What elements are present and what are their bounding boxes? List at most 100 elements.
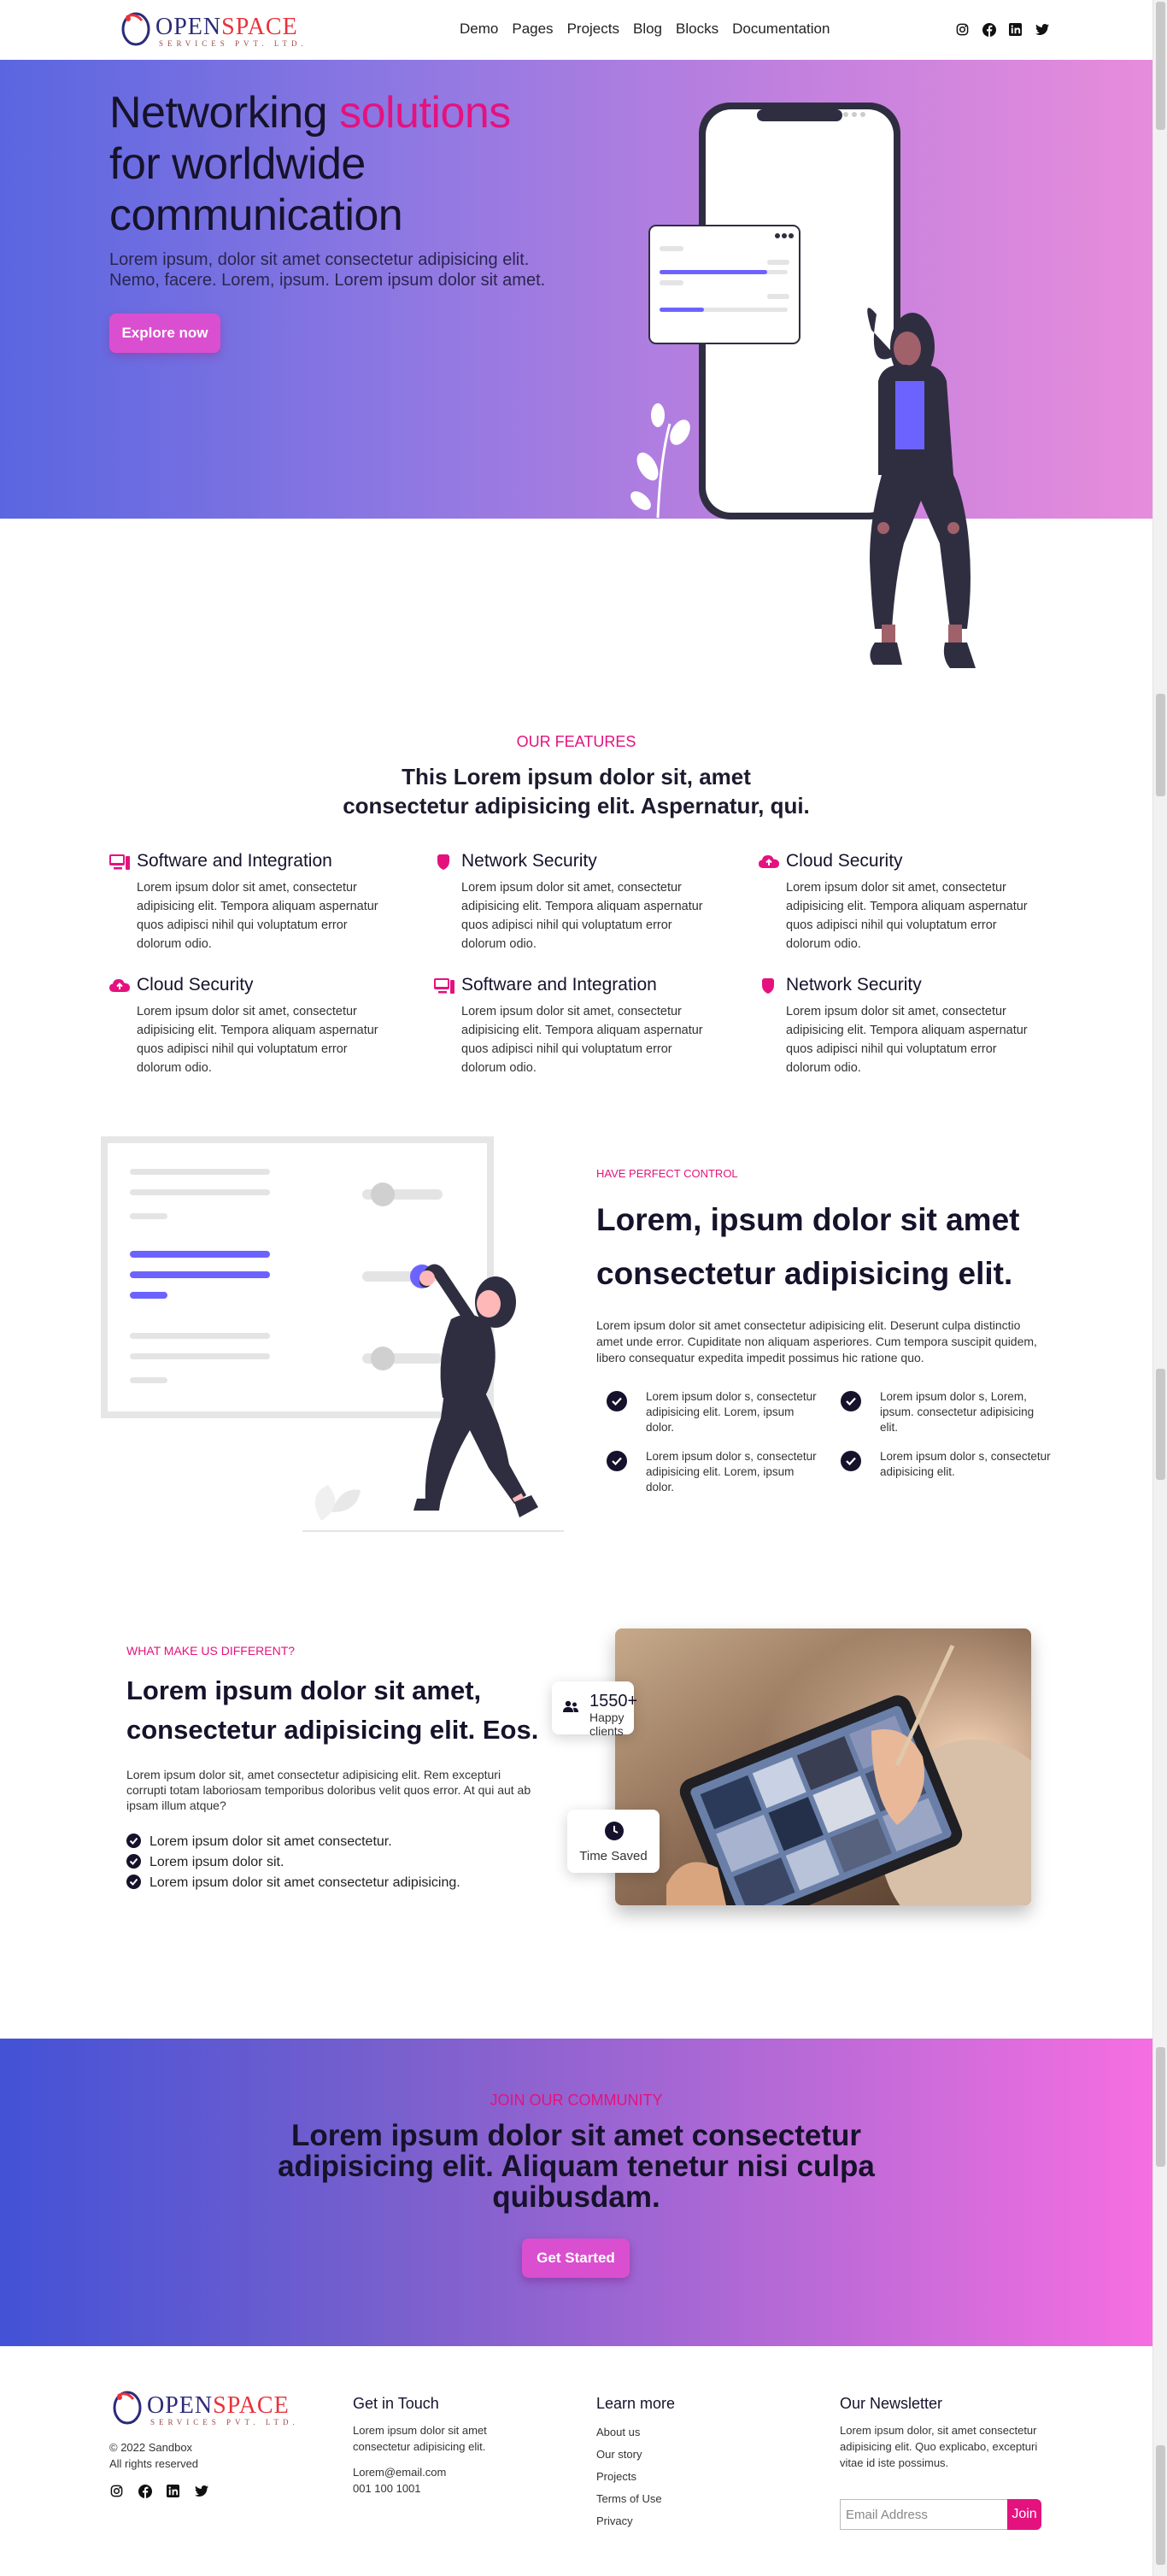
nav-link-blocks[interactable]: Blocks	[676, 21, 718, 38]
feature-text: Lorem ipsum dolor sit amet, consectetur …	[461, 1005, 703, 1075]
navbar: OPENSPACE SERVICES PVT. LTD. Demo Pages …	[0, 0, 1152, 60]
scrollbar-thumb[interactable]	[1156, 2445, 1165, 2565]
different-kicker: WHAT MAKE US DIFFERENT?	[126, 1644, 296, 1658]
instagram-icon[interactable]	[955, 22, 970, 37]
nav-link-pages[interactable]: Pages	[512, 21, 553, 38]
linkedin-icon[interactable]	[166, 2484, 180, 2498]
stat-label: Time Saved	[579, 1849, 648, 1863]
control-text: Lorem ipsum dolor sit amet consectetur a…	[596, 1318, 1037, 1364]
check-text: Lorem ipsum dolor s, consectetur adipisi…	[646, 1450, 817, 1493]
brand-name: OPENSPACE	[155, 14, 298, 40]
brand-name: OPENSPACE	[147, 2392, 290, 2419]
footer-link-projects[interactable]: Projects	[596, 2468, 636, 2485]
hero-phone-illustration	[630, 103, 976, 668]
check-text: Lorem ipsum dolor s, Lorem, ipsum. conse…	[880, 1390, 1035, 1434]
join-button[interactable]: Join	[1007, 2499, 1041, 2530]
feature-text: Lorem ipsum dolor sit amet, consectetur …	[786, 1005, 1028, 1075]
feature-title: Network Security	[461, 851, 597, 871]
scrollbar-thumb[interactable]	[1156, 2, 1165, 130]
feature-title: Software and Integration	[137, 851, 332, 871]
scrollbar[interactable]	[1152, 0, 1167, 2576]
logo-icon	[113, 2391, 142, 2425]
social-links-header	[955, 22, 1049, 37]
feature-title: Network Security	[786, 975, 922, 995]
bullet-text: Lorem ipsum dolor sit amet consectetur a…	[150, 1875, 460, 1890]
linkedin-icon[interactable]	[1008, 22, 1023, 37]
scrollbar-thumb[interactable]	[1156, 2047, 1165, 2167]
social-links-footer	[109, 2484, 208, 2498]
bullet-item: Lorem ipsum dolor sit amet consectetur a…	[126, 1875, 460, 1891]
nav-links: Demo Pages Projects Blog Blocks Document…	[460, 21, 843, 38]
check-icon	[607, 1391, 627, 1411]
check-text: Lorem ipsum dolor s, consectetur adipisi…	[880, 1450, 1051, 1478]
check-icon	[607, 1451, 627, 1471]
logo-icon	[121, 12, 150, 46]
newsletter-heading: Our Newsletter	[840, 2395, 943, 2412]
features-kicker: OUR FEATURES	[516, 733, 636, 750]
twitter-icon[interactable]	[1035, 22, 1049, 37]
get-started-button[interactable]: Get Started	[522, 2239, 630, 2278]
cloud-upload-icon	[109, 979, 130, 992]
bullet-text: Lorem ipsum dolor sit amet consectetur.	[150, 1834, 392, 1849]
feature-text: Lorem ipsum dolor sit amet, consectetur …	[461, 881, 703, 951]
instagram-icon[interactable]	[109, 2484, 124, 2498]
different-title: Lorem ipsum dolor sit amet, consectetur …	[126, 1675, 539, 1745]
check-icon	[126, 1834, 141, 1848]
bullet-item: Lorem ipsum dolor sit.	[126, 1854, 284, 1870]
nav-link-blog[interactable]: Blog	[633, 21, 662, 38]
community-title: Lorem ipsum dolor sit amet consectetur a…	[278, 2119, 875, 2214]
clock-icon	[605, 1822, 624, 1840]
community-kicker: JOIN OUR COMMUNITY	[490, 2092, 663, 2109]
bullet-item: Lorem ipsum dolor sit amet consectetur.	[126, 1834, 392, 1850]
check-icon	[126, 1875, 141, 1889]
scrollbar-thumb[interactable]	[1156, 694, 1165, 796]
bullet-text: Lorem ipsum dolor sit.	[150, 1855, 284, 1869]
learn-more-heading: Learn more	[596, 2395, 676, 2412]
footer-logo[interactable]: OPENSPACE SERVICES PVT. LTD.	[109, 2385, 314, 2428]
feature-title: Cloud Security	[137, 975, 254, 995]
footer-link-story[interactable]: Our story	[596, 2446, 642, 2462]
time-saved-card: Time Saved	[567, 1810, 660, 1873]
happy-clients-card: 1550+ Happy clients	[552, 1681, 638, 1738]
check-icon	[126, 1854, 141, 1869]
explore-now-button[interactable]: Explore now	[109, 314, 220, 353]
nav-link-demo[interactable]: Demo	[460, 21, 498, 38]
control-kicker: HAVE PERFECT CONTROL	[596, 1167, 738, 1180]
brand-subtitle: SERVICES PVT. LTD.	[159, 39, 308, 48]
hero-title: Networking solutions for worldwide commun…	[109, 88, 511, 240]
nav-link-documentation[interactable]: Documentation	[732, 21, 830, 38]
brand-logo[interactable]: OPENSPACE SERVICES PVT. LTD.	[118, 7, 323, 50]
stat-value: 1550+	[589, 1692, 638, 1710]
twitter-icon[interactable]	[194, 2484, 208, 2498]
control-panel-illustration	[101, 1136, 564, 1532]
contact-email[interactable]: Lorem@email.com	[353, 2464, 446, 2480]
feature-title: Software and Integration	[461, 975, 657, 995]
feature-text: Lorem ipsum dolor sit amet, consectetur …	[137, 1005, 378, 1075]
shield-icon	[762, 978, 774, 994]
check-icon	[841, 1451, 861, 1471]
shield-icon	[437, 854, 449, 870]
hero-text: Lorem ipsum, dolor sit amet consectetur …	[109, 250, 546, 290]
feature-title: Cloud Security	[786, 851, 903, 871]
nav-link-projects[interactable]: Projects	[567, 21, 619, 38]
email-input[interactable]: Email Address	[840, 2499, 1007, 2530]
footer-link-privacy[interactable]: Privacy	[596, 2513, 633, 2529]
tablet-photo	[615, 1628, 1031, 1905]
contact-phone: 001 100 1001	[353, 2482, 421, 2495]
footer-link-about[interactable]: About us	[596, 2424, 640, 2440]
facebook-icon[interactable]	[138, 2484, 152, 2498]
scrollbar-thumb[interactable]	[1156, 1369, 1165, 1480]
feature-text: Lorem ipsum dolor sit amet, consectetur …	[786, 881, 1028, 951]
computer-icon	[434, 978, 454, 994]
contact-text: Lorem ipsum dolor sit amet consectetur a…	[353, 2424, 487, 2453]
facebook-icon[interactable]	[982, 22, 996, 37]
contact-heading: Get in Touch	[353, 2395, 439, 2412]
rights-text: All rights reserved	[109, 2457, 199, 2470]
users-icon	[563, 1700, 578, 1712]
control-title: Lorem, ipsum dolor sit amet consectetur …	[596, 1202, 1020, 1291]
different-text: Lorem ipsum dolor sit, amet consectetur …	[126, 1768, 531, 1812]
footer-link-terms[interactable]: Terms of Use	[596, 2491, 662, 2507]
features-title: This Lorem ipsum dolor sit, amet consect…	[343, 764, 810, 819]
stat-label: Happy clients	[589, 1710, 625, 1738]
brand-subtitle: SERVICES PVT. LTD.	[150, 2418, 299, 2426]
